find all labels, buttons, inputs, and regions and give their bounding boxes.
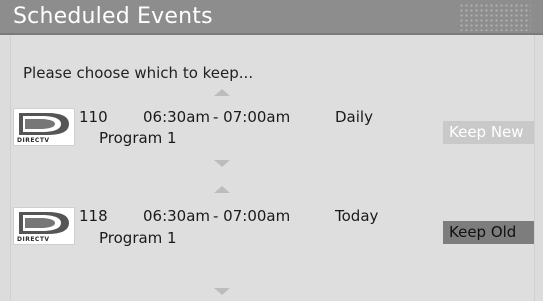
chevron-down-icon[interactable] bbox=[214, 288, 230, 295]
title-pattern bbox=[459, 3, 531, 31]
event-repeat: Daily bbox=[335, 108, 373, 126]
event-end-time: - 07:00am bbox=[213, 207, 291, 225]
event-repeat: Today bbox=[335, 207, 379, 225]
logo-label: DIRECTV bbox=[17, 236, 50, 243]
event-start-time: 06:30am bbox=[143, 108, 211, 126]
chevron-down-icon[interactable] bbox=[214, 160, 230, 167]
prompt-text: Please choose which to keep... bbox=[23, 64, 254, 82]
logo-label: DIRECTV bbox=[17, 137, 50, 144]
event-channel: 118 bbox=[79, 207, 108, 225]
event-channel: 110 bbox=[79, 108, 108, 126]
chevron-up-icon[interactable] bbox=[214, 89, 230, 96]
event-start-time: 06:30am bbox=[143, 207, 211, 225]
keep-old-button[interactable]: Keep Old bbox=[443, 221, 534, 244]
keep-new-button[interactable]: Keep New bbox=[443, 121, 534, 144]
event-program-name: Program 1 bbox=[99, 129, 177, 147]
event-end-time: - 07:00am bbox=[213, 108, 291, 126]
directv-logo-icon: DIRECTV bbox=[13, 207, 75, 245]
title-bar: Scheduled Events bbox=[0, 0, 543, 35]
directv-logo-icon: DIRECTV bbox=[13, 108, 75, 146]
chevron-up-icon[interactable] bbox=[214, 186, 230, 193]
event-program-name: Program 1 bbox=[99, 229, 177, 247]
window-title: Scheduled Events bbox=[13, 4, 213, 29]
